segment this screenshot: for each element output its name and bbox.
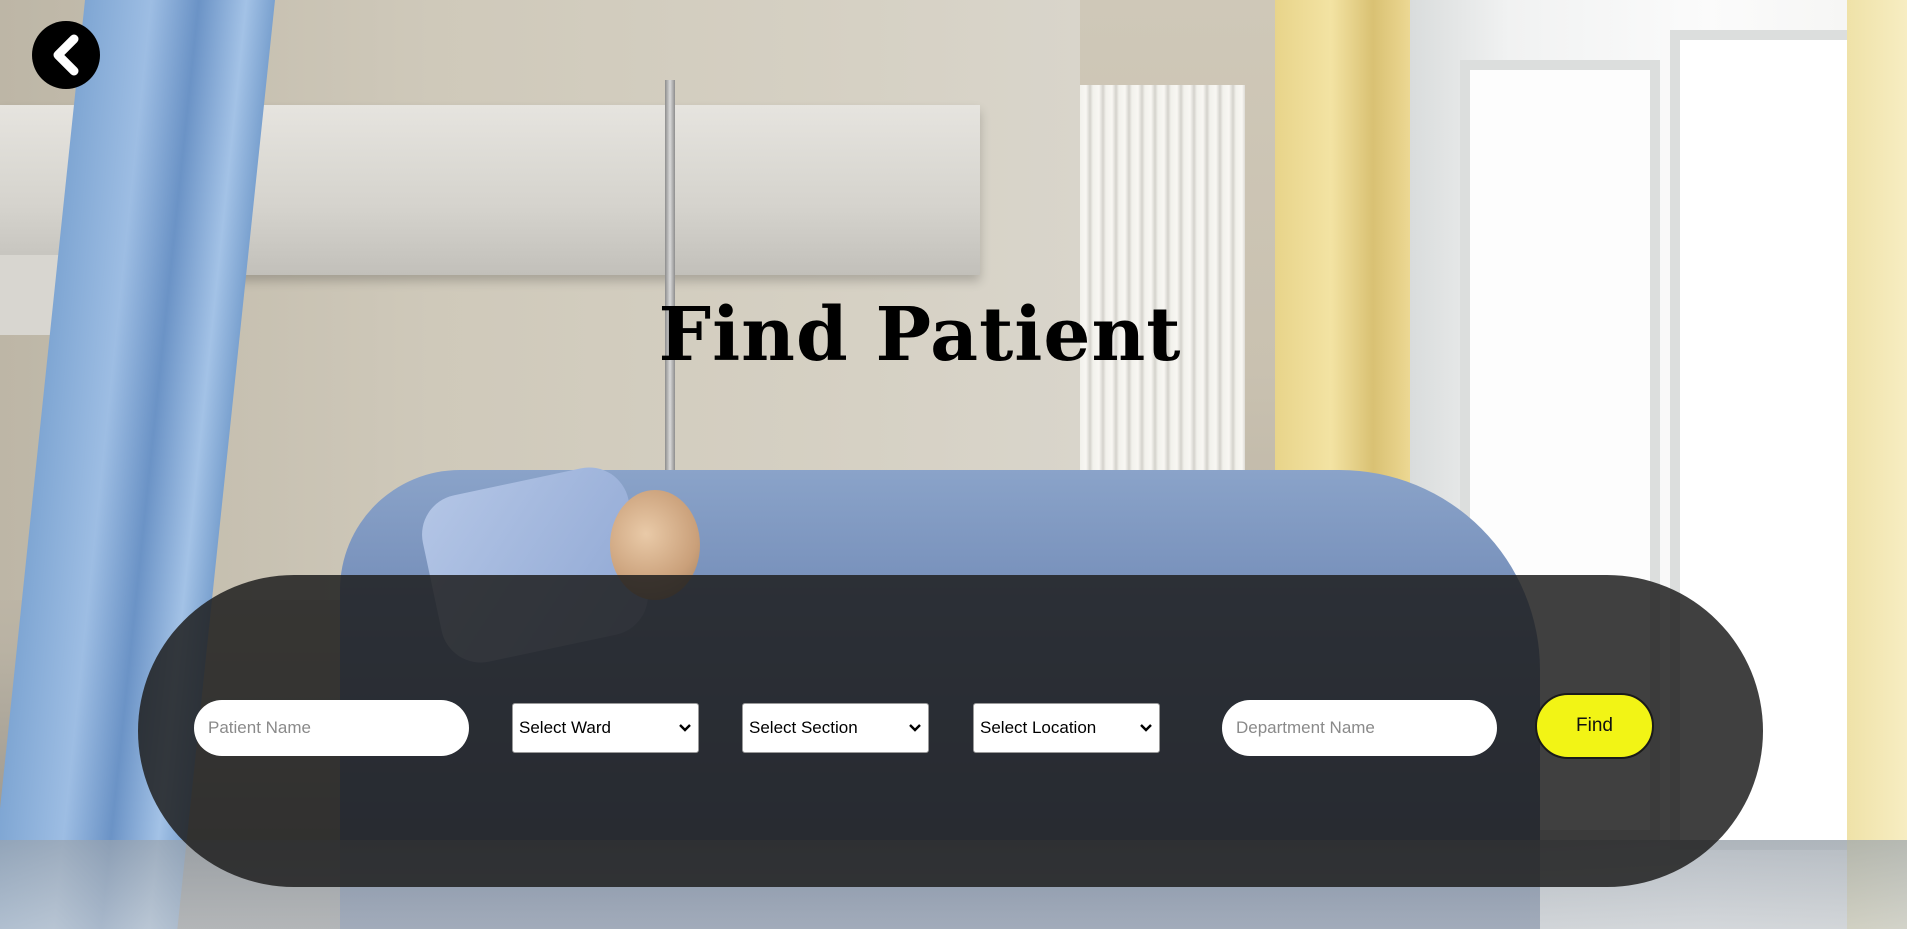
chevron-down-icon bbox=[1140, 724, 1152, 732]
find-button[interactable]: Find bbox=[1535, 693, 1654, 759]
ward-select[interactable]: Select Ward bbox=[512, 703, 699, 753]
right-curtain bbox=[1847, 0, 1907, 929]
chevron-down-icon bbox=[909, 724, 921, 732]
department-name-input[interactable] bbox=[1222, 700, 1497, 756]
page-title: Find Patient bbox=[658, 292, 1182, 378]
patient-name-input[interactable] bbox=[194, 700, 469, 756]
section-select-value: Select Section bbox=[749, 718, 858, 737]
iv-pole bbox=[665, 80, 675, 500]
chevron-left-icon bbox=[53, 34, 79, 76]
section-select[interactable]: Select Section bbox=[742, 703, 929, 753]
back-button[interactable] bbox=[32, 21, 100, 89]
location-select[interactable]: Select Location bbox=[973, 703, 1160, 753]
ward-select-value: Select Ward bbox=[519, 718, 611, 737]
chevron-down-icon bbox=[679, 724, 691, 732]
location-select-value: Select Location bbox=[980, 718, 1097, 737]
